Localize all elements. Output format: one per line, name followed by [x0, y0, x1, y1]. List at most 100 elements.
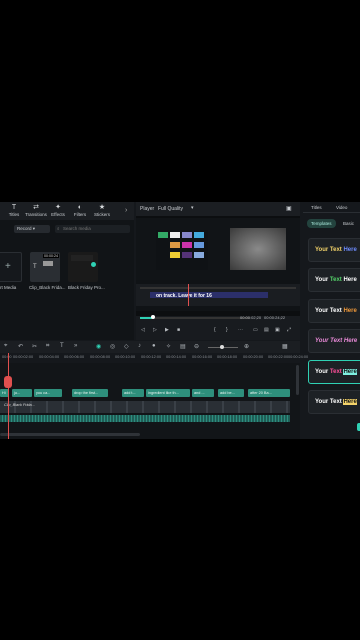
quality-dropdown[interactable]: Full Quality	[158, 206, 183, 212]
player-controls: 00:00:02;20 00:00:24;22 ◁ ▷ ▶ ■ { } ⋯ ▭ …	[136, 315, 300, 340]
vertical-scrollbar[interactable]	[296, 365, 299, 395]
search-icon: ⌕	[57, 226, 60, 231]
undo-icon[interactable]: ↶	[18, 343, 23, 350]
style-preview: Your Text Here	[315, 308, 357, 314]
text-icon[interactable]: T	[60, 343, 64, 349]
render-icon[interactable]: ▤	[264, 327, 269, 333]
preview-ruler	[140, 287, 296, 289]
snapshot-icon[interactable]: ▣	[275, 327, 280, 333]
subtab-basic[interactable]: Basic	[343, 221, 354, 226]
stop-icon[interactable]: ■	[177, 327, 180, 333]
ai-icon[interactable]: ✧	[166, 343, 171, 350]
zoom-handle[interactable]	[220, 345, 224, 349]
caption-clip[interactable]: add be...	[218, 389, 244, 397]
tool-transitions[interactable]: ⇄ Transitions	[25, 204, 47, 217]
tab-video[interactable]: Video	[336, 205, 347, 210]
tab-divider	[303, 212, 360, 213]
record-filter-dropdown[interactable]: Record ▾	[14, 225, 50, 233]
plus-icon: +	[5, 261, 11, 272]
select-icon[interactable]: ⌖	[4, 343, 7, 350]
tool-titles[interactable]: T Titles	[3, 204, 25, 217]
progress-track[interactable]	[140, 317, 250, 319]
filter-label: Record	[17, 226, 32, 231]
thumb-duration: 00:00:24	[43, 254, 59, 258]
split-icon[interactable]: ✂	[32, 343, 37, 350]
caption-clip[interactable]: drop the first...	[72, 389, 108, 397]
more-tools-icon[interactable]: »	[74, 343, 77, 349]
chevron-down-icon: ▾	[32, 226, 36, 231]
step-back-icon[interactable]: ◁	[141, 327, 145, 333]
title-style-card[interactable]: Your Text Here	[308, 238, 360, 262]
preview-thumb	[170, 242, 180, 248]
import-media-tile[interactable]: +	[0, 252, 22, 282]
text-icon: T	[33, 264, 37, 270]
prev-frame-icon[interactable]: ▷	[153, 327, 157, 333]
ruler-label: 00:00:04:00	[39, 355, 60, 359]
timeline-playhead[interactable]	[8, 353, 9, 439]
audio-track[interactable]	[0, 415, 290, 422]
timeline-toolbar: ⌖ ↶ ✂ ⌗ T » ◉ ◎ ◇ ♪ ● ✧ ▤ ⊖ ⊕ ▦	[0, 341, 300, 353]
display-icon[interactable]: ▭	[253, 327, 258, 333]
preview-thumb	[194, 242, 204, 248]
zoom-in-icon[interactable]: ⊕	[244, 343, 249, 350]
title-style-card[interactable]: Your Text Here	[308, 268, 360, 292]
progress-handle[interactable]	[151, 315, 155, 319]
mark-in-icon[interactable]: {	[214, 327, 216, 333]
title-style-card-selected[interactable]: Your Text Here	[308, 360, 360, 384]
titles-panel: Titles Video Templates Basic Your Text H…	[303, 202, 360, 439]
caption-clip[interactable]: and ...	[192, 389, 214, 397]
caption-clip[interactable]: ingredient like th...	[146, 389, 190, 397]
preview-thumb	[194, 252, 204, 258]
preview-playhead	[188, 284, 189, 306]
tool-stickers[interactable]: ★ Stickers	[91, 204, 113, 217]
audio-icon[interactable]: ♪	[138, 343, 141, 349]
magnet-icon[interactable]: ◉	[96, 343, 101, 350]
caption-clip[interactable]: ju...	[12, 389, 32, 397]
caption-clip[interactable]: you ca...	[34, 389, 62, 397]
search-placeholder: Search media	[63, 226, 91, 231]
mic-icon[interactable]: ●	[152, 343, 156, 349]
layout-icon[interactable]: ▦	[282, 343, 288, 350]
title-style-card[interactable]: Your Text Here	[308, 390, 360, 414]
chevron-down-icon[interactable]: ▾	[191, 205, 194, 211]
crop-icon[interactable]: ⌗	[46, 343, 49, 350]
tool-filters[interactable]: ◐ Filters	[69, 204, 91, 217]
preview-thumb	[170, 252, 180, 258]
video-track[interactable]: Clip_Black Frida...	[0, 401, 290, 413]
chevron-right-icon[interactable]: ›	[125, 207, 127, 214]
title-style-card[interactable]: Your Text Here	[308, 299, 360, 323]
marker-icon[interactable]: ◎	[110, 343, 115, 350]
ruler-label: 00:00:22:00	[268, 355, 289, 359]
timeline-ruler[interactable]: 00:00 00:00:02:00 00:00:04:00 00:00:06:0…	[0, 353, 308, 363]
title-style-card[interactable]: Your Text Here	[308, 329, 360, 353]
zoom-out-icon[interactable]: ⊖	[194, 343, 199, 350]
keyframe-icon[interactable]: ◇	[124, 343, 129, 350]
tool-label: Transitions	[25, 212, 47, 217]
tool-effects[interactable]: ✦ Effects	[47, 204, 69, 217]
fullscreen-icon[interactable]: ⤢	[287, 327, 291, 333]
style-preview: Your Text Here	[315, 338, 358, 344]
more-icon[interactable]: ⋯	[238, 327, 243, 333]
tool-label: Titles	[8, 212, 20, 217]
snapshot-icon[interactable]: ▣	[286, 205, 292, 212]
render-icon[interactable]: ▤	[180, 343, 186, 350]
horizontal-scrollbar[interactable]	[0, 433, 140, 436]
ruler-label: 00:00:12:00	[141, 355, 162, 359]
time-current: 00:00:02;20	[240, 315, 262, 320]
media-thumb-clip[interactable]: 00:00:24 T	[30, 252, 60, 282]
tab-titles[interactable]: Titles	[311, 205, 322, 210]
media-thumb-project[interactable]	[68, 252, 98, 282]
media-caption: Clip_Black Frida...	[29, 285, 66, 290]
style-preview: Your Text Here	[315, 247, 357, 253]
caption-clip[interactable]: after 20 Ba...	[248, 389, 290, 397]
media-caption: rt Media	[0, 285, 17, 290]
caption-clip[interactable]: add t...	[122, 389, 144, 397]
subtab-templates[interactable]: Templates	[307, 219, 336, 228]
play-icon[interactable]: ▶	[165, 327, 169, 333]
preview-thumb	[194, 232, 204, 238]
style-preview: Your Text Here	[315, 369, 357, 375]
preview-thumb	[182, 232, 192, 238]
search-media-input[interactable]: ⌕ Search media	[55, 225, 130, 233]
mark-out-icon[interactable]: }	[226, 327, 228, 333]
preview-subtitle: on track. Leave it for 16	[156, 293, 212, 299]
